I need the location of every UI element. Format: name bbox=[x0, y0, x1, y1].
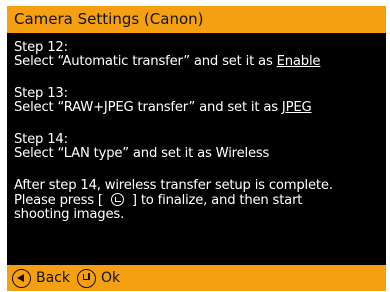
step-12: Step 12: Select “Automatic transfer” and… bbox=[14, 41, 382, 69]
back-button[interactable]: Back bbox=[12, 268, 70, 288]
instructions-panel: Step 12: Select “Automatic transfer” and… bbox=[14, 41, 382, 222]
step-instruction: Select “RAW+JPEG transfer” and set it as… bbox=[14, 101, 382, 115]
step-heading: Step 14: bbox=[14, 132, 68, 147]
completion-message: After step 14, wireless transfer setup i… bbox=[14, 179, 382, 222]
back-button-label: Back bbox=[36, 270, 70, 286]
step-13: Step 13: Select “RAW+JPEG transfer” and … bbox=[14, 87, 382, 115]
completion-line-2: Please press [ ] to finalize, and then s… bbox=[14, 193, 382, 208]
window-title: Camera Settings (Canon) bbox=[14, 10, 204, 28]
step-value: JPEG bbox=[281, 100, 312, 115]
step-instruction-text: Select “RAW+JPEG transfer” and set it as bbox=[14, 100, 282, 115]
step-instruction-text: Select “LAN type” and set it as bbox=[14, 146, 216, 161]
step-value: Wireless bbox=[215, 146, 270, 161]
step-value: Enable bbox=[276, 54, 321, 69]
ok-button[interactable]: Ok bbox=[77, 268, 120, 288]
step-14: Step 14: Select “LAN type” and set it as… bbox=[14, 133, 382, 161]
window-frame: Camera Settings (Canon) Step 12: Select … bbox=[0, 0, 390, 292]
step-instruction: Select “LAN type” and set it as Wireless bbox=[14, 147, 382, 161]
enter-circle-icon bbox=[77, 268, 96, 288]
camera-settings-screen: Camera Settings (Canon) Step 12: Select … bbox=[7, 6, 386, 291]
step-instruction: Select “Automatic transfer” and set it a… bbox=[14, 55, 382, 69]
title-bar: Camera Settings (Canon) bbox=[7, 6, 386, 33]
completion-line-2-suffix: ] to finalize, and then start bbox=[131, 193, 303, 208]
completion-line-2-prefix: Please press [ bbox=[14, 193, 103, 208]
footer-bar: Back Ok bbox=[7, 265, 386, 291]
step-heading: Step 13: bbox=[14, 86, 68, 101]
ok-button-label: Ok bbox=[101, 270, 121, 286]
completion-line-1: After step 14, wireless transfer setup i… bbox=[14, 178, 333, 193]
step-heading: Step 12: bbox=[14, 40, 68, 55]
enter-icon bbox=[110, 193, 124, 206]
completion-line-3: shooting images. bbox=[14, 207, 125, 222]
step-instruction-text: Select “Automatic transfer” and set it a… bbox=[14, 54, 277, 69]
left-arrow-circle-icon bbox=[12, 268, 31, 288]
